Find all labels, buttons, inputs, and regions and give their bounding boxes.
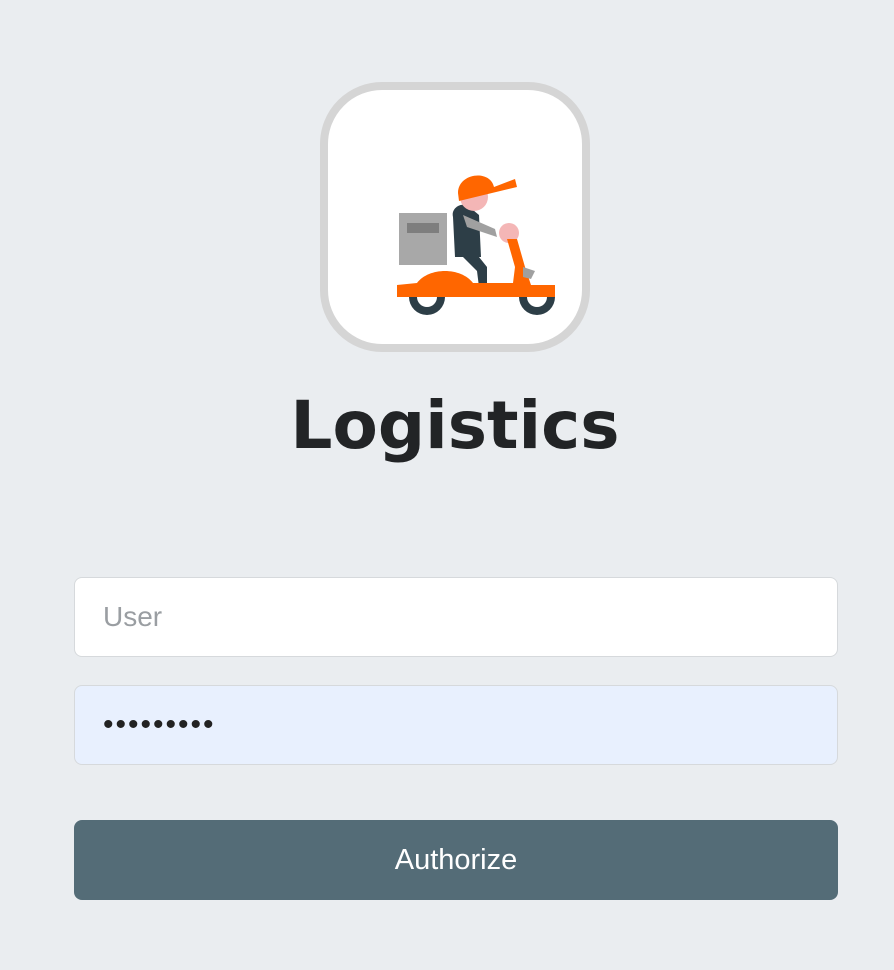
app-logo — [320, 82, 590, 352]
authorize-button[interactable]: Authorize — [74, 820, 838, 900]
delivery-scooter-icon — [397, 175, 555, 315]
password-input[interactable] — [74, 685, 838, 765]
user-input[interactable] — [74, 577, 838, 657]
app-title: Logistics — [290, 387, 620, 464]
